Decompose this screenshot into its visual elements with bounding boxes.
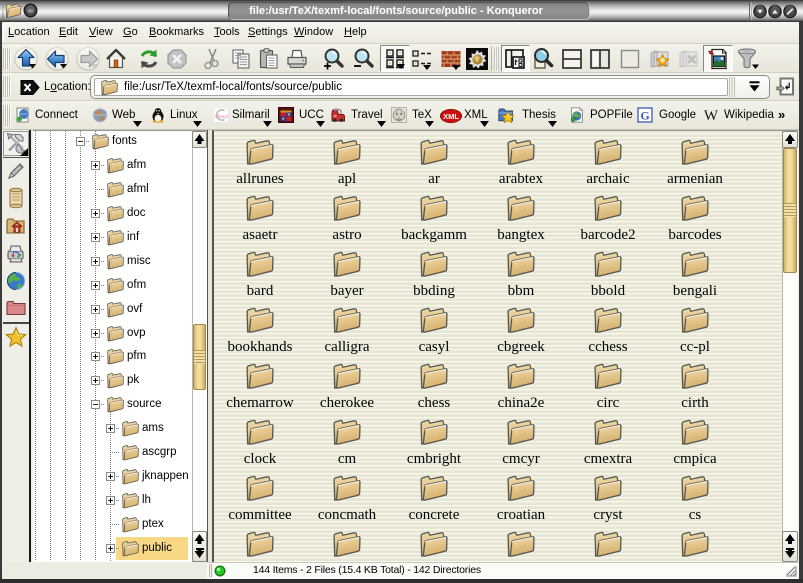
- svg-text:XML: XML: [443, 112, 459, 121]
- svg-text:G: G: [640, 109, 649, 123]
- svg-text:W: W: [704, 108, 719, 123]
- svg-text:silmaril: silmaril: [215, 114, 228, 119]
